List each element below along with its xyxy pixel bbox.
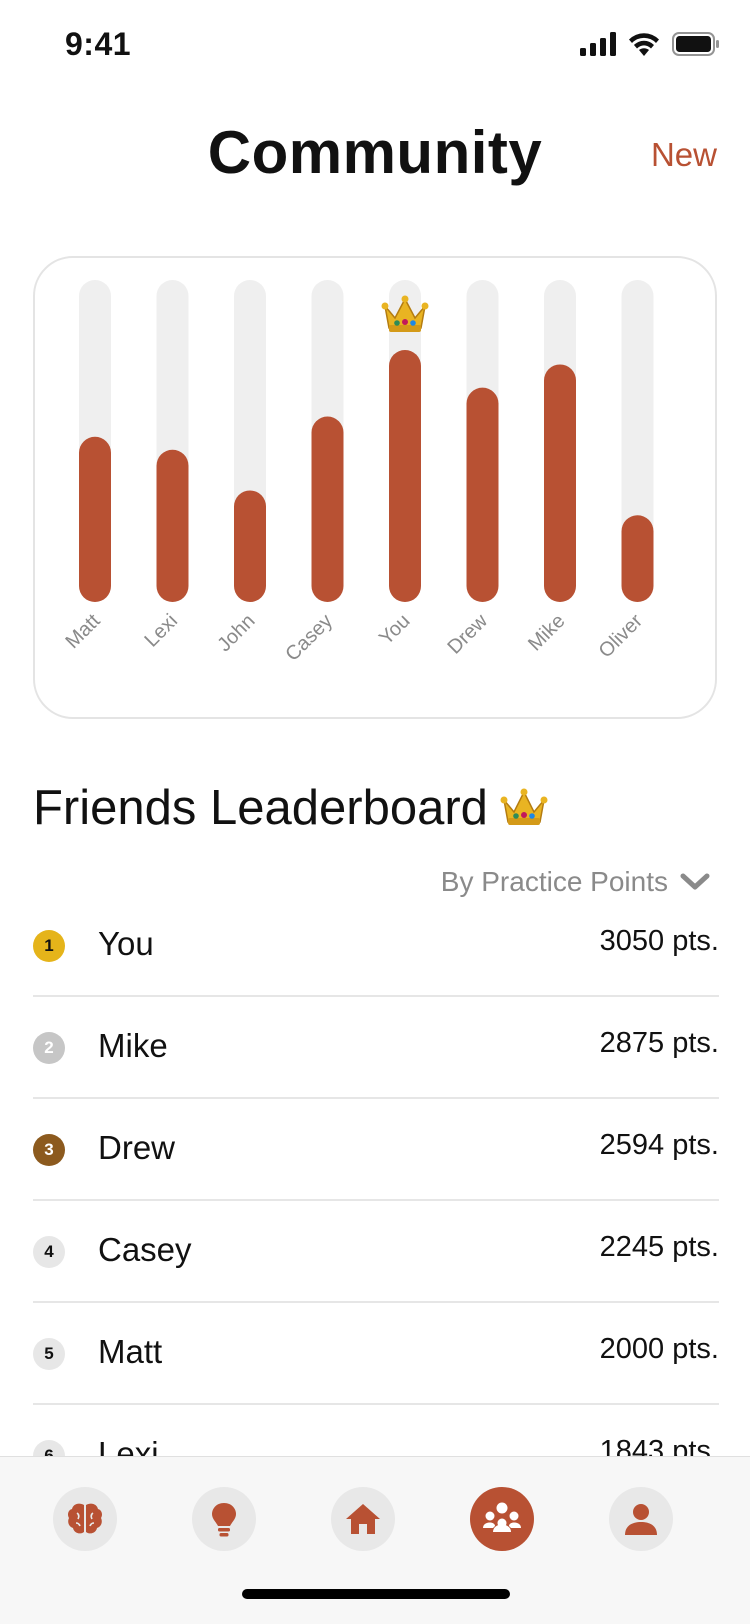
cellular-signal-icon bbox=[580, 32, 616, 56]
bar-oliver[interactable] bbox=[621, 515, 654, 602]
tab-community[interactable] bbox=[470, 1487, 534, 1551]
battery-icon bbox=[672, 32, 719, 56]
lightbulb-icon bbox=[212, 1503, 236, 1537]
leaderboard-title-text: Friends Leaderboard bbox=[33, 781, 488, 835]
friend-points: 2000 pts. bbox=[599, 1333, 719, 1365]
friend-points: 2594 pts. bbox=[599, 1129, 719, 1161]
bar-you[interactable] bbox=[389, 350, 421, 602]
tab-profile[interactable] bbox=[609, 1487, 673, 1551]
sort-label: By Practice Points bbox=[440, 866, 668, 897]
home-indicator bbox=[242, 1589, 510, 1599]
bar-label: John bbox=[213, 610, 259, 656]
rank-badge: 3 bbox=[33, 1134, 65, 1166]
bar-label: Drew bbox=[443, 610, 492, 659]
friend-points: 2875 pts. bbox=[599, 1027, 719, 1059]
leaderboard-row[interactable]: 6 Lexi 1843 pts. bbox=[33, 1405, 719, 1458]
status-time: 9:41 bbox=[65, 26, 132, 62]
friend-points: 3050 pts. bbox=[599, 925, 719, 957]
leaderboard-row[interactable]: 3 Drew 2594 pts. bbox=[33, 1099, 719, 1201]
page-title: Community bbox=[207, 119, 543, 186]
tab-brain[interactable] bbox=[53, 1487, 117, 1551]
leaderboard-row[interactable]: 2 Mike 2875 pts. bbox=[33, 997, 719, 1099]
rank-badge: 1 bbox=[33, 930, 65, 962]
status-icons bbox=[580, 32, 720, 56]
rank-badge: 4 bbox=[33, 1236, 65, 1268]
bar-casey[interactable] bbox=[311, 416, 344, 602]
bar-label: You bbox=[375, 610, 414, 649]
bar-label: Oliver bbox=[595, 610, 648, 663]
new-button[interactable]: New bbox=[651, 136, 717, 174]
wifi-icon bbox=[629, 33, 659, 56]
bar-drew[interactable] bbox=[466, 387, 499, 602]
community-chart-card: Matt Lexi John Casey You Drew Mike Oliver bbox=[33, 256, 717, 719]
friend-name: Mike bbox=[98, 1027, 168, 1064]
chevron-down-icon bbox=[680, 873, 710, 890]
bar-matt[interactable] bbox=[79, 436, 111, 602]
leaderboard-row[interactable]: 1 You 3050 pts. bbox=[33, 895, 719, 997]
bar-label: Casey bbox=[281, 610, 337, 666]
sort-dropdown[interactable]: By Practice Points bbox=[441, 866, 710, 898]
tab-ideas[interactable] bbox=[192, 1487, 256, 1551]
leaderboard-list: 1 You 3050 pts. 2 Mike 2875 pts. 3 Drew … bbox=[33, 895, 719, 1458]
tab-home[interactable] bbox=[331, 1487, 395, 1551]
bar-label: Lexi bbox=[141, 610, 183, 652]
leaderboard-row[interactable]: 5 Matt 2000 pts. bbox=[33, 1303, 719, 1405]
rank-badge: 2 bbox=[33, 1032, 65, 1064]
home-icon bbox=[346, 1504, 380, 1534]
bar-mike[interactable] bbox=[544, 364, 576, 602]
leaderboard-title: Friends Leaderboard bbox=[33, 780, 548, 836]
friend-name: You bbox=[98, 925, 154, 962]
community-bar-chart: Matt Lexi John Casey You Drew Mike Oliver bbox=[61, 280, 654, 666]
brain-icon bbox=[68, 1503, 102, 1534]
community-icon bbox=[483, 1502, 521, 1532]
friend-name: Lexi bbox=[98, 1435, 159, 1458]
leaderboard-row[interactable]: 4 Casey 2245 pts. bbox=[33, 1201, 719, 1303]
friend-points: 1843 pts. bbox=[599, 1435, 719, 1458]
bar-john[interactable] bbox=[234, 490, 266, 602]
crown-icon bbox=[500, 788, 548, 825]
status-bar: 9:41 bbox=[0, 0, 750, 92]
friend-points: 2245 pts. bbox=[599, 1231, 719, 1263]
bar-label: Matt bbox=[61, 610, 104, 653]
bar-lexi[interactable] bbox=[156, 449, 189, 602]
friend-name: Drew bbox=[98, 1129, 176, 1166]
rank-badge: 5 bbox=[33, 1338, 65, 1370]
crown-icon bbox=[381, 295, 429, 332]
bar-label: Mike bbox=[524, 610, 569, 655]
friend-name: Casey bbox=[98, 1231, 192, 1268]
tab-bar bbox=[0, 1456, 750, 1624]
profile-icon bbox=[625, 1504, 657, 1535]
friend-name: Matt bbox=[98, 1333, 163, 1370]
